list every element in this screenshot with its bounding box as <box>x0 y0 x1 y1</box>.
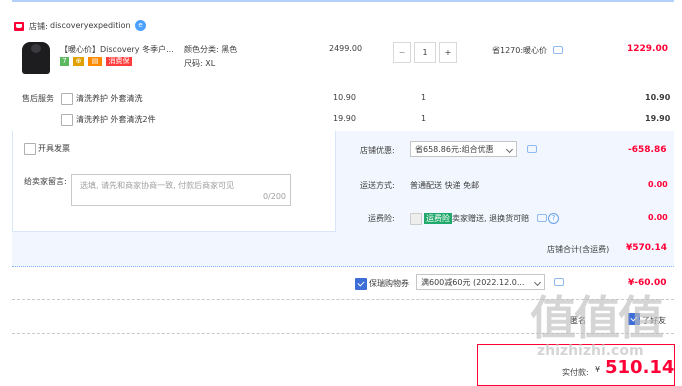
store-prefix: 店铺: <box>29 22 48 31</box>
watermark-logo: 值值值 <box>530 291 664 345</box>
store-discount-amount: -658.86 <box>628 145 667 155</box>
service-name-1: 清洗养护 外套清洗 <box>76 94 143 103</box>
insurance-label: 运费险: <box>368 214 395 223</box>
message-textarea[interactable]: 选填, 请先和商家协商一致, 付款后商家可见 0/200 <box>71 174 291 206</box>
insurance-checkbox[interactable] <box>410 213 422 225</box>
qty-minus-button[interactable]: − <box>393 42 411 63</box>
badge-consumer-protection: 消费保 <box>106 57 132 66</box>
insurance-tag: 运费险 <box>424 213 452 224</box>
product-thumbnail[interactable] <box>22 42 50 74</box>
badge-card-icon: ▤ <box>88 57 102 66</box>
insurance-desc: 卖家赠送, 退换货可赔 <box>452 214 530 223</box>
store-discount-label: 店铺优惠: <box>360 146 395 155</box>
watermark-url: zhizhizhi.com <box>537 343 644 359</box>
badge-7day-icon: 7 <box>60 57 69 66</box>
service-label: 售后服务 <box>22 94 54 103</box>
store-name-link[interactable]: discoveryexpedition <box>50 21 131 30</box>
service-checkbox-1[interactable] <box>61 93 73 105</box>
wangwang-chat-icon[interactable]: e <box>135 20 146 31</box>
delivery-value: 普通配送 快递 免邮 <box>410 181 480 190</box>
coupon-select[interactable]: 满600减60元 (2022.12.0... <box>416 274 545 290</box>
service-name-2: 清洗养护 外套清洗2件 <box>76 115 156 124</box>
service-qty-1: 1 <box>421 93 427 102</box>
service-checkbox-2[interactable] <box>61 114 73 126</box>
unit-price: 2499.00 <box>329 44 363 53</box>
payment-label: 实付款: <box>562 368 589 377</box>
service-price-1: 10.90 <box>333 93 356 102</box>
insurance-chat-icon[interactable] <box>537 214 547 222</box>
badge-quality-icon: ⊕ <box>73 57 84 66</box>
saving-info-icon[interactable] <box>553 46 563 54</box>
store-total-amount: ¥570.14 <box>626 243 667 253</box>
invoice-checkbox[interactable] <box>24 143 36 155</box>
help-icon[interactable]: ? <box>548 213 559 224</box>
coupon-label: 保瑞购物券 <box>369 279 409 288</box>
sku-color: 颜色分类: 黑色 <box>184 45 238 54</box>
coupon-option: 满600减60元 (2022.12.0... <box>421 278 525 287</box>
invoice-label: 开具发票 <box>38 144 70 153</box>
message-counter: 0/200 <box>262 192 286 201</box>
product-title-link[interactable]: 【暖心价】Discovery 冬季户... <box>60 44 174 55</box>
delivery-label: 运送方式: <box>360 181 395 190</box>
store-discount-option: 省658.86元:组合优惠 <box>415 145 494 154</box>
sku-size: 尺码: XL <box>184 59 216 68</box>
qty-input[interactable]: 1 <box>414 42 436 63</box>
message-placeholder: 选填, 请先和商家协商一致, 付款后商家可见 <box>80 181 235 190</box>
top-border <box>12 0 674 2</box>
service-price-2: 19.90 <box>333 114 356 123</box>
delivery-amount: 0.00 <box>648 180 668 189</box>
discount-info-icon[interactable] <box>527 145 537 153</box>
saving-label: 省1270:暖心价 <box>492 46 548 55</box>
store-icon <box>14 22 24 31</box>
service-total-2: 19.90 <box>645 114 671 123</box>
store-discount-select[interactable]: 省658.86元:组合优惠 <box>410 141 517 157</box>
chevron-down-icon <box>505 145 514 154</box>
store-total-label: 店铺合计(含运费) <box>547 245 610 254</box>
service-qty-2: 1 <box>421 114 427 123</box>
service-total-1: 10.90 <box>645 93 671 102</box>
coupon-checkbox[interactable] <box>355 278 367 290</box>
payment-amount: 510.14 <box>605 357 675 378</box>
payment-symbol: ¥ <box>595 365 601 374</box>
insurance-amount: 0.00 <box>648 213 668 222</box>
qty-plus-button[interactable]: + <box>439 42 457 63</box>
item-total: 1229.00 <box>627 44 668 54</box>
message-label: 给卖家留言: <box>24 177 67 186</box>
